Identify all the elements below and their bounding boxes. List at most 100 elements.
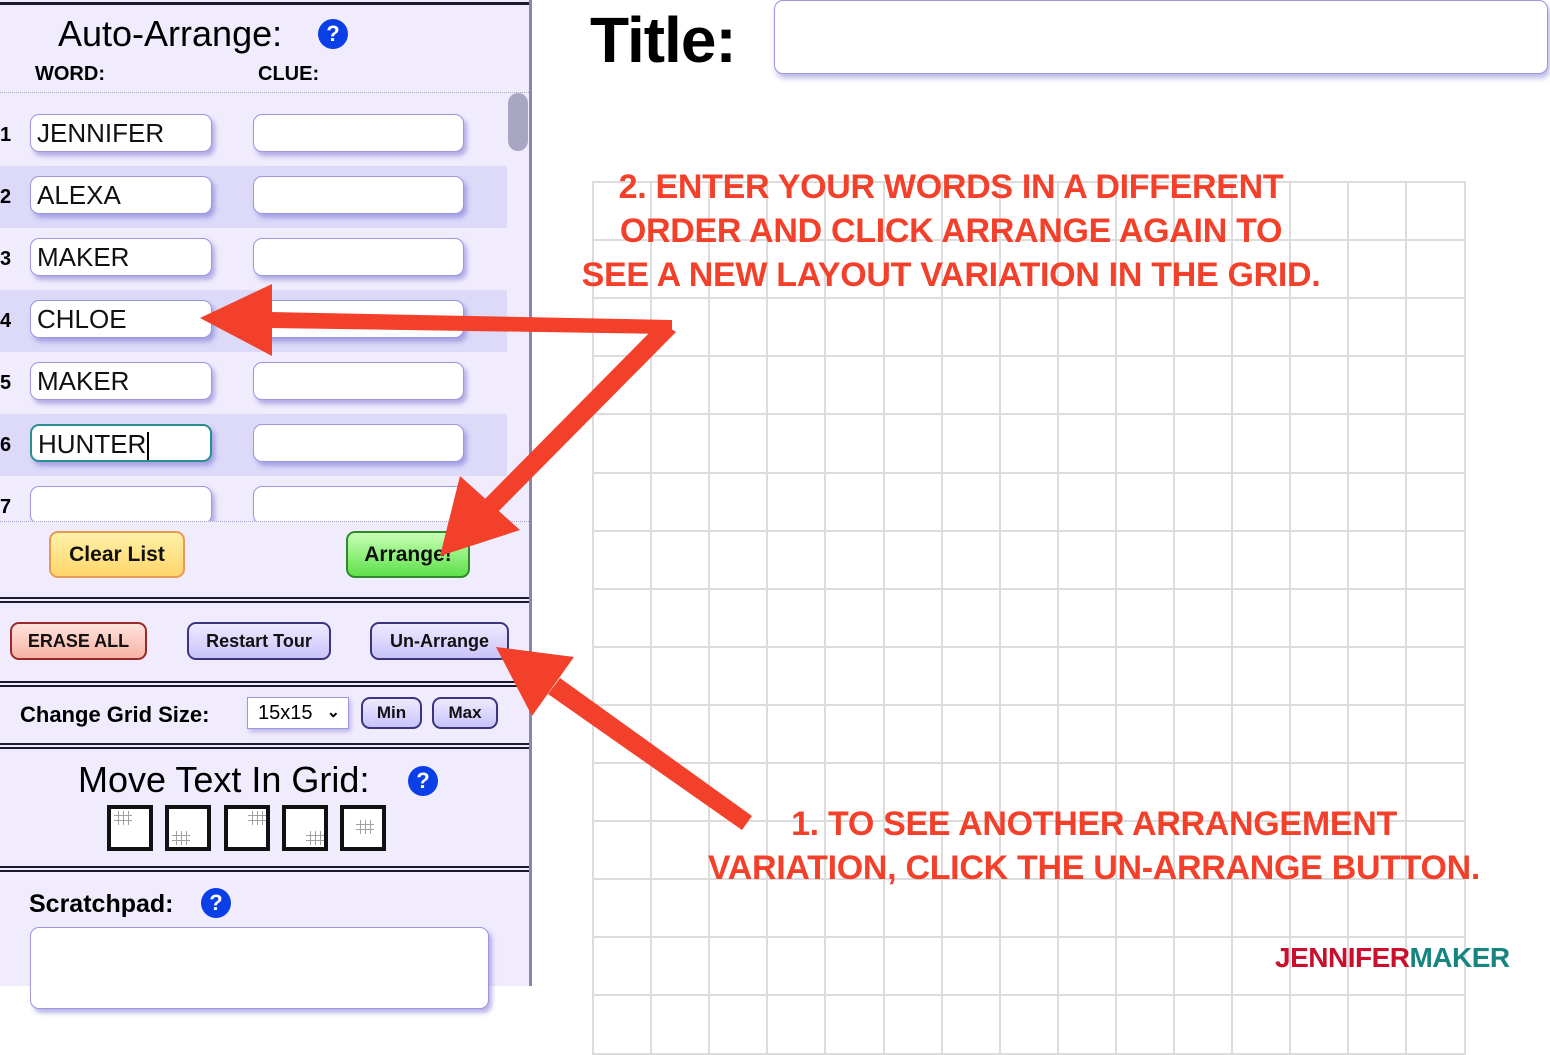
grid-cell[interactable] [650, 994, 710, 1055]
grid-cell[interactable] [708, 994, 768, 1055]
grid-cell[interactable] [592, 297, 652, 357]
clear-list-button[interactable]: Clear List [49, 531, 185, 578]
grid-cell[interactable] [824, 588, 885, 648]
grid-cell[interactable] [1115, 297, 1175, 357]
grid-cell[interactable] [708, 646, 768, 706]
word-input[interactable]: HUNTER [30, 424, 212, 462]
word-input[interactable] [30, 486, 212, 521]
grid-cell[interactable] [1289, 704, 1349, 764]
grid-cell[interactable] [766, 994, 826, 1055]
move-text-top-left-button[interactable] [107, 805, 153, 851]
grid-cell[interactable] [999, 413, 1059, 474]
grid-cell[interactable] [592, 936, 652, 996]
grid-cell[interactable] [650, 413, 710, 474]
grid-cell[interactable] [592, 646, 652, 706]
grid-cell[interactable] [1347, 588, 1407, 648]
grid-cell[interactable] [1115, 530, 1175, 590]
grid-cell[interactable] [1347, 530, 1407, 590]
grid-cell[interactable] [708, 297, 768, 357]
grid-cell[interactable] [1057, 530, 1117, 590]
grid-cell[interactable] [824, 530, 885, 590]
grid-cell[interactable] [1173, 646, 1233, 706]
grid-cell[interactable] [824, 994, 885, 1055]
grid-cell[interactable] [1289, 530, 1349, 590]
help-icon[interactable]: ? [318, 19, 348, 49]
grid-cell[interactable] [941, 994, 1001, 1055]
grid-cell[interactable] [708, 472, 768, 532]
grid-cell[interactable] [766, 530, 826, 590]
grid-cell[interactable] [941, 413, 1001, 474]
grid-cell[interactable] [650, 646, 710, 706]
min-button[interactable]: Min [361, 697, 422, 729]
grid-cell[interactable] [883, 704, 943, 764]
grid-cell[interactable] [1289, 355, 1349, 415]
grid-cell[interactable] [592, 878, 652, 938]
grid-cell[interactable] [1231, 588, 1291, 648]
grid-cell[interactable] [1057, 704, 1117, 764]
grid-cell[interactable] [999, 355, 1059, 415]
grid-cell[interactable] [941, 530, 1001, 590]
grid-cell[interactable] [1115, 704, 1175, 764]
grid-cell[interactable] [1115, 936, 1175, 996]
grid-cell[interactable] [1231, 472, 1291, 532]
grid-cell[interactable] [1289, 588, 1349, 648]
grid-cell[interactable] [1231, 297, 1291, 357]
grid-cell[interactable] [824, 355, 885, 415]
grid-cell[interactable] [1057, 994, 1117, 1055]
grid-cell[interactable] [999, 646, 1059, 706]
clue-input[interactable] [253, 114, 464, 152]
grid-cell[interactable] [883, 646, 943, 706]
grid-cell[interactable] [1405, 646, 1466, 706]
clue-input[interactable] [253, 486, 464, 521]
grid-cell[interactable] [999, 297, 1059, 357]
grid-cell[interactable] [941, 472, 1001, 532]
grid-cell[interactable] [1347, 704, 1407, 764]
grid-cell[interactable] [592, 355, 652, 415]
grid-cell[interactable] [592, 530, 652, 590]
grid-cell[interactable] [1405, 239, 1466, 299]
grid-cell[interactable] [1173, 994, 1233, 1055]
grid-cell[interactable] [1057, 588, 1117, 648]
grid-cell[interactable] [1173, 297, 1233, 357]
grid-cell[interactable] [708, 530, 768, 590]
grid-cell[interactable] [592, 588, 652, 648]
grid-cell[interactable] [1115, 472, 1175, 532]
move-text-bottom-left-button[interactable] [165, 805, 211, 851]
grid-cell[interactable] [883, 994, 943, 1055]
grid-cell[interactable] [1289, 646, 1349, 706]
erase-all-button[interactable]: ERASE ALL [10, 622, 147, 660]
grid-cell[interactable] [1347, 646, 1407, 706]
grid-cell[interactable] [1231, 355, 1291, 415]
grid-cell[interactable] [1173, 936, 1233, 996]
restart-tour-button[interactable]: Restart Tour [187, 622, 331, 660]
grid-cell[interactable] [1173, 355, 1233, 415]
move-text-bottom-right-button[interactable] [282, 805, 328, 851]
grid-cell[interactable] [941, 297, 1001, 357]
grid-cell[interactable] [1057, 646, 1117, 706]
grid-cell[interactable] [941, 936, 1001, 996]
grid-cell[interactable] [1057, 297, 1117, 357]
scratchpad-textarea[interactable] [30, 927, 489, 1009]
grid-cell[interactable] [592, 472, 652, 532]
grid-cell[interactable] [708, 936, 768, 996]
grid-cell[interactable] [708, 588, 768, 648]
grid-cell[interactable] [1347, 355, 1407, 415]
grid-cell[interactable] [766, 704, 826, 764]
max-button[interactable]: Max [432, 697, 498, 729]
grid-cell[interactable] [999, 936, 1059, 996]
grid-cell[interactable] [883, 530, 943, 590]
grid-cell[interactable] [650, 588, 710, 648]
grid-cell[interactable] [824, 936, 885, 996]
grid-cell[interactable] [941, 704, 1001, 764]
grid-cell[interactable] [1173, 413, 1233, 474]
clue-input[interactable] [253, 176, 464, 214]
grid-cell[interactable] [1289, 413, 1349, 474]
grid-cell[interactable] [1173, 530, 1233, 590]
grid-cell[interactable] [1347, 472, 1407, 532]
grid-cell[interactable] [1405, 472, 1466, 532]
grid-cell[interactable] [824, 704, 885, 764]
grid-cell[interactable] [1115, 413, 1175, 474]
word-input[interactable]: CHLOE [30, 300, 212, 338]
grid-cell[interactable] [824, 297, 885, 357]
move-text-top-right-button[interactable] [224, 805, 270, 851]
